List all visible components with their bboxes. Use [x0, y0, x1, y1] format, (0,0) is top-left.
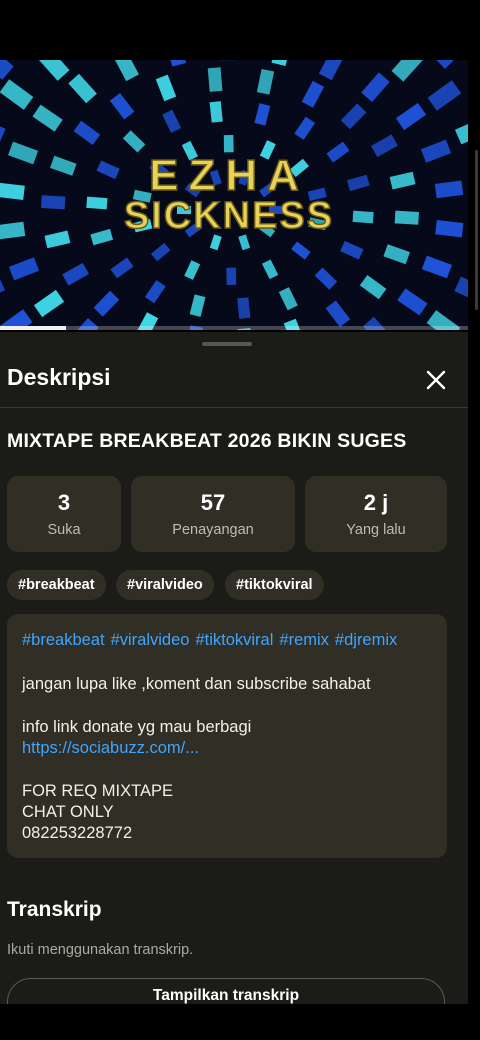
panel-header: Deskripsi: [0, 360, 468, 406]
video-title: MIXTAPE BREAKBEAT 2026 BIKIN SUGES: [7, 430, 407, 452]
scroll-indicator[interactable]: [475, 150, 478, 310]
description-hashtag[interactable]: #breakbeat: [22, 631, 105, 649]
description-hashtags: #breakbeat #viralvideo #tiktokviral #remix #…: [22, 631, 403, 650]
decor-tile: [41, 195, 66, 210]
donate-link[interactable]: https://sociabuzz.com/...: [22, 739, 199, 758]
drag-handle[interactable]: [202, 342, 252, 346]
header-divider: [0, 407, 468, 408]
description-line: CHAT ONLY: [22, 803, 114, 821]
description-panel: Deskripsi MIXTAPE BREAKBEAT 2026 BIKIN S…: [0, 332, 468, 1004]
show-transcript-button[interactable]: Tampilkan transkrip: [7, 978, 445, 1004]
transcript-subtitle: Ikuti menggunakan transkrip.: [7, 942, 194, 958]
hashtag-chip-breakbeat[interactable]: #breakbeat: [7, 570, 106, 600]
decor-tile: [223, 135, 234, 153]
description-line: 082253228772: [22, 824, 133, 842]
panel-title: Deskripsi: [7, 364, 111, 390]
stat-likes-value: 3: [57, 490, 71, 515]
overlay-title-top: EZHA: [149, 151, 309, 200]
stat-views-label: Penayangan: [172, 522, 254, 538]
description-line: FOR REQ MIXTAPE: [22, 782, 173, 800]
overlay-title-bottom: SICKNESS: [124, 195, 334, 237]
description-box: #breakbeat #viralvideo #tiktokviral #remix #…: [7, 614, 447, 858]
video-player[interactable]: EZHA SICKNESS: [0, 60, 468, 330]
transcript-title: Transkrip: [7, 898, 102, 921]
close-button[interactable]: [418, 362, 454, 398]
stat-age-label: Yang lalu: [346, 522, 406, 538]
stat-likes: 3 Suka: [7, 476, 121, 552]
description-hashtag[interactable]: #djremix: [335, 631, 397, 649]
stat-likes-label: Suka: [47, 522, 81, 538]
video-thumbnail-art: EZHA SICKNESS: [0, 60, 468, 330]
stat-age-value: 2 j: [363, 490, 389, 515]
stat-views: 57 Penayangan: [131, 476, 295, 552]
description-hashtag[interactable]: #remix: [279, 631, 329, 649]
hashtag-chip-tiktokviral[interactable]: #tiktokviral: [225, 570, 324, 600]
video-progress-fill: [0, 326, 66, 330]
status-bar-area: [0, 0, 480, 60]
decor-tile: [394, 210, 419, 225]
decor-tile: [209, 101, 223, 123]
decor-tile: [226, 267, 237, 285]
decor-tile: [352, 210, 374, 224]
decor-tile: [237, 297, 251, 319]
video-progress-bar[interactable]: [0, 326, 468, 330]
description-hashtag[interactable]: #tiktokviral: [195, 631, 273, 649]
decor-tile: [207, 67, 223, 92]
description-line: info link donate yg mau berbagi: [22, 718, 252, 736]
stat-views-value: 57: [200, 490, 226, 515]
decor-tile: [86, 196, 108, 210]
close-icon: [426, 370, 446, 390]
decor-tile: [435, 220, 464, 238]
navigation-bar-area: [0, 1004, 480, 1040]
description-line: jangan lupa like ,koment dan subscribe s…: [22, 675, 371, 693]
description-hashtag[interactable]: #viralvideo: [111, 631, 190, 649]
stat-age[interactable]: 2 j Yang lalu: [305, 476, 447, 552]
hashtag-chip-viralvideo[interactable]: #viralvideo: [116, 570, 214, 600]
